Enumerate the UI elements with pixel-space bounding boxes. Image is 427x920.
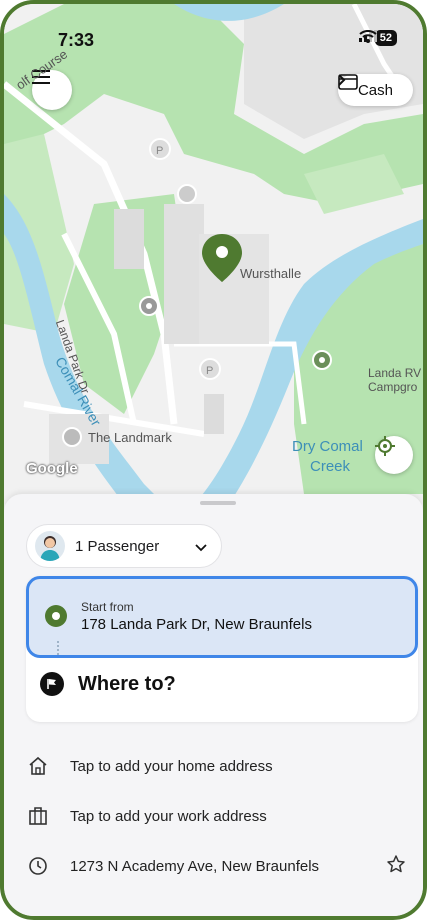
passenger-count-label: 1 Passenger [75,537,160,555]
map-label-the-landmark: The Landmark [88,430,172,445]
flag-icon [40,672,64,696]
briefcase-icon [26,804,50,828]
shortcut-work-label: Tap to add your work address [70,807,267,825]
home-icon [26,754,50,778]
building [164,204,204,344]
shortcut-home[interactable]: Tap to add your home address [26,746,406,786]
destination-field[interactable]: Where to? [40,672,176,696]
recent-place-label: 1273 N Academy Ave, New Braunfels [70,857,320,875]
poi-marker [177,184,197,204]
map-label-creek: Creek [310,458,351,475]
start-label: Start from [81,600,134,614]
star-icon[interactable] [386,854,406,878]
building [204,394,224,434]
passenger-selector[interactable]: 1 Passenger [26,524,222,568]
recenter-location-button[interactable] [375,436,413,474]
payment-method-label: Cash [357,81,393,99]
start-address: 178 Landa Park Dr, New Braunfels [81,616,312,633]
poi-marker [62,427,82,447]
sheet-drag-handle[interactable] [200,501,236,505]
map-label-landa-rv: Landa RV [368,366,422,380]
recent-place-item[interactable]: 1273 N Academy Ave, New Braunfels [26,846,406,886]
shortcut-home-label: Tap to add your home address [70,757,273,775]
phone-frame: P P 7:33 52 Cash olf Course Wursthalle L… [0,0,427,920]
payment-method-button[interactable]: Cash [337,74,413,106]
poi-marker [319,357,325,363]
building [114,209,144,269]
passenger-avatar-icon [35,531,65,561]
status-icons: 52 [358,30,397,46]
clock-icon [26,854,50,878]
shortcut-work[interactable]: Tap to add your work address [26,796,406,836]
route-card: Start from 178 Landa Park Dr, New Braunf… [26,576,418,722]
poi-marker [146,303,152,309]
parking-marker-glyph: P [206,365,213,377]
battery-indicator: 52 [374,30,397,46]
map-label-dry-comal: Dry Comal [292,438,363,455]
destination-prompt: Where to? [78,672,176,695]
status-bar: 7:33 52 [4,4,423,74]
start-location-field[interactable]: Start from 178 Landa Park Dr, New Braunf… [26,576,418,658]
map-view[interactable]: P P 7:33 52 Cash olf Course Wursthalle L… [4,4,423,504]
parking-marker-glyph: P [156,145,163,157]
start-location-icon [45,605,67,627]
map-label-campground: Campgro [368,380,418,394]
chevron-down-icon [195,539,207,556]
map-label-wursthalle: Wursthalle [240,266,302,281]
pickup-pin-dot [216,246,228,258]
route-connector [57,641,59,655]
google-logo: Google [26,460,78,477]
bottom-sheet: 1 Passenger Start from 178 Landa Park Dr… [4,494,423,916]
status-time: 7:33 [58,30,95,50]
